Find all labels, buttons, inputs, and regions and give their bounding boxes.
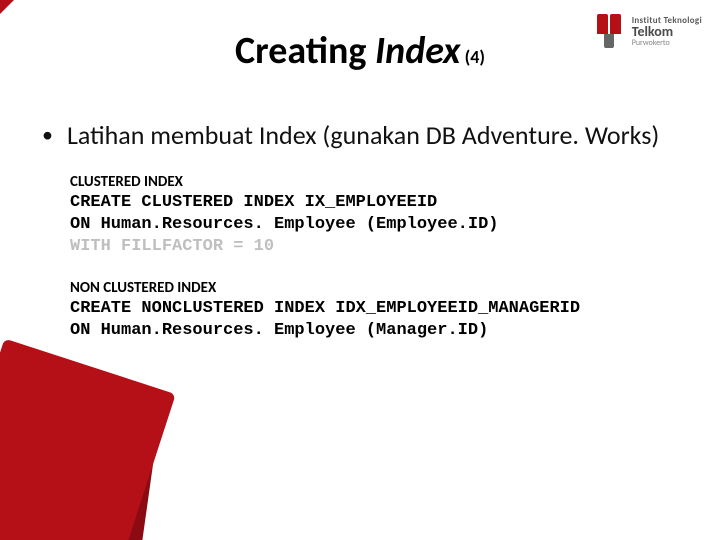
nonclustered-line2: ON Human.Resources. Employee (Manager.ID… [70, 321, 488, 340]
nonclustered-block: NON CLUSTERED INDEX CREATE NONCLUSTERED … [70, 279, 680, 342]
clustered-code: CREATE CLUSTERED INDEX IX_EMPLOYEEID ON … [70, 192, 680, 257]
clustered-label: CLUSTERED INDEX [70, 173, 680, 191]
slide: Institut Teknologi Telkom Purwokerto Cre… [0, 0, 720, 540]
nonclustered-label: NON CLUSTERED INDEX [70, 279, 680, 297]
clustered-block: CLUSTERED INDEX CREATE CLUSTERED INDEX I… [70, 173, 680, 257]
corner-deco-top-left [0, 0, 14, 14]
title-main: Creating [235, 28, 375, 74]
bullet-item: • Latihan membuat Index (gunakan DB Adve… [42, 120, 680, 151]
corner-deco-bottom-left [0, 339, 176, 540]
nonclustered-code: CREATE NONCLUSTERED INDEX IDX_EMPLOYEEID… [70, 298, 680, 342]
bullet-text: Latihan membuat Index (gunakan DB Advent… [67, 120, 659, 151]
nonclustered-line1: CREATE NONCLUSTERED INDEX IDX_EMPLOYEEID… [70, 299, 580, 318]
content-area: • Latihan membuat Index (gunakan DB Adve… [42, 120, 680, 364]
bullet-dot-icon: • [42, 120, 53, 151]
slide-title: Creating Index (4) [0, 28, 720, 74]
clustered-line1: CREATE CLUSTERED INDEX IX_EMPLOYEEID [70, 193, 437, 212]
clustered-line3: WITH FILLFACTOR = 10 [70, 237, 274, 256]
clustered-line2: ON Human.Resources. Employee (Employee.I… [70, 215, 498, 234]
title-italic: Index [375, 28, 460, 74]
title-sub: (4) [461, 46, 485, 68]
